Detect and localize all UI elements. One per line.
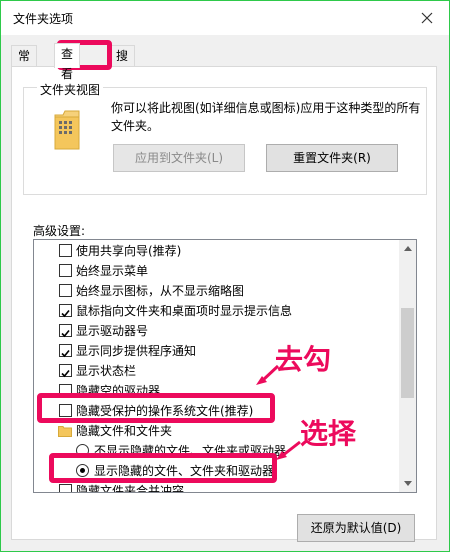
tab-view[interactable]: 查看 [54, 43, 81, 81]
